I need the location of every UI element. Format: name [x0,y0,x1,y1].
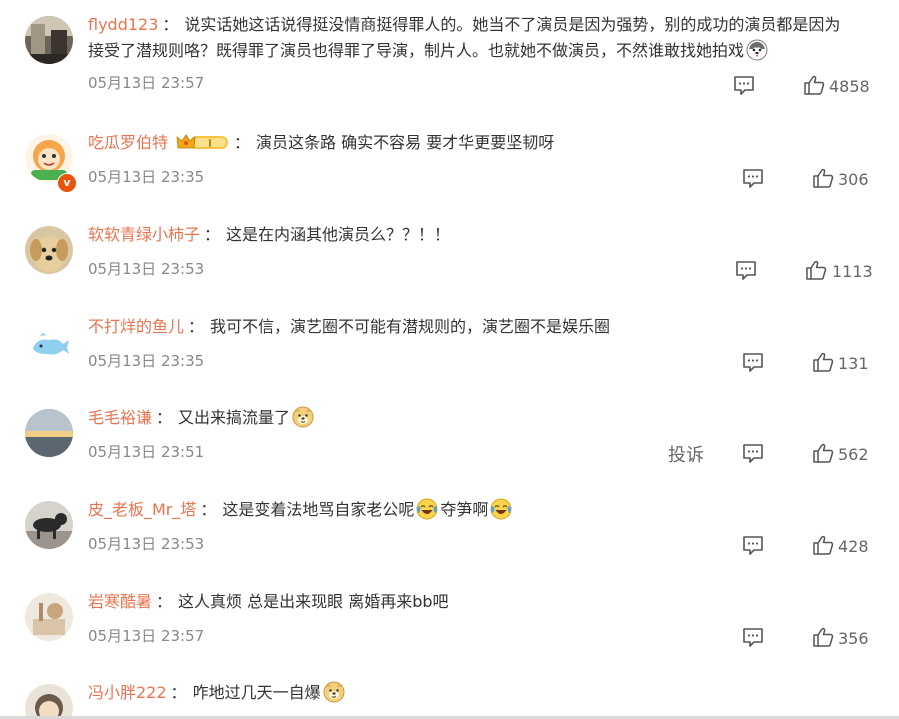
comment-text: flydd123： 说实话她这话说得挺没情商挺得罪人的。她当不了演员是因为强势，别… [88,12,879,64]
comment-body: 说实话她这话说得挺没情商挺得罪人的。她当不了演员是因为强势，别的成功的演员都是因… [184,15,841,34]
comment-icon[interactable] [742,351,764,373]
comment-body: 又出来搞流量了 [178,408,291,427]
username-link[interactable]: 岩寒酷暑 [88,592,152,611]
comment-time: 05月13日 23:57 [88,627,205,645]
comment-item: 不打烊的鱼儿： 我可不信，演艺圈不可能有潜规则的，演艺圈不是娱乐圈 05月13日 … [0,314,899,406]
thumbs-up-icon[interactable] [812,626,834,648]
level-text: I [208,139,212,150]
thumbs-up-icon[interactable] [803,74,825,96]
like-count: 1113 [832,262,873,281]
comment-body: 这是变着法地骂自家老公呢 [222,500,415,519]
username-link[interactable]: 软软青绿小柿子 [88,225,200,244]
thumbs-up-icon[interactable] [812,351,834,373]
comment-time: 05月13日 23:53 [88,260,205,278]
doge-emoji-icon [292,406,314,428]
avatar[interactable] [25,684,73,716]
colon-separator: ： [162,15,179,34]
comment-icon[interactable] [742,167,764,189]
comment-item: 毛毛裕谦： 又出来搞流量了 05月13日 23:51 投诉 562 [0,405,899,497]
husky-emoji-icon [746,39,768,61]
username-link[interactable]: 毛毛裕谦 [88,408,152,427]
username-link[interactable]: 皮_老板_Mr_塔 [88,500,196,519]
avatar[interactable] [25,409,73,457]
colon-separator: ： [200,500,217,519]
thumbs-up-icon[interactable] [805,259,827,281]
comment-item: flydd123： 说实话她这话说得挺没情商挺得罪人的。她当不了演员是因为强势，别… [0,12,899,104]
avatar[interactable] [25,226,73,274]
username-link[interactable]: 冯小胖222 [88,683,167,702]
like-count: 4858 [829,77,870,96]
comment-body: 演员这条路 确实不容易 要才华更要坚韧呀 [256,133,555,152]
colon-separator: ： [188,317,205,336]
comment-text: 皮_老板_Mr_塔： 这是变着法地骂自家老公呢 夺笋啊 [88,497,879,523]
comment-item: v 吃瓜罗伯特 I ： 演员这条路 确实不容易 要才华更要坚韧呀 05月13日 2… [0,130,899,222]
laugh-cry-emoji-icon [416,498,438,520]
like-count: 131 [838,354,869,373]
crown-badge-icon: I [176,134,229,150]
username-link[interactable]: 不打烊的鱼儿 [88,317,184,336]
username-link[interactable]: 吃瓜罗伯特 [88,133,168,152]
colon-separator: ： [170,683,187,702]
comment-text: 毛毛裕谦： 又出来搞流量了 [88,405,879,431]
comment-text: 软软青绿小柿子： 这是在内涵其他演员么？？！！ [88,222,879,248]
comment-body: 我可不信，演艺圈不可能有潜规则的，演艺圈不是娱乐圈 [210,317,611,336]
comment-time: 05月13日 23:57 [88,74,205,92]
colon-separator: ： [204,225,221,244]
verified-badge-icon: v [57,173,77,193]
colon-separator: ： [156,592,173,611]
laugh-cry-emoji-icon [490,498,512,520]
comment-body: 这人真烦 总是出来现眼 离婚再来bb吧 [178,592,449,611]
thumbs-up-icon[interactable] [812,167,834,189]
comment-text: 不打烊的鱼儿： 我可不信，演艺圈不可能有潜规则的，演艺圈不是娱乐圈 [88,314,879,340]
comment-item: 冯小胖222： 咋地过几天一自爆 [0,680,899,716]
comment-time: 05月13日 23:53 [88,535,205,553]
comment-time: 05月13日 23:51 [88,443,205,461]
comment-icon[interactable] [742,534,764,556]
comment-body-cont: 接受了潜规则咯？既得罪了演员也得罪了导演，制片人。也就她不做演员，不然谁敢找她拍… [88,41,745,60]
comment-body: 咋地过几天一自爆 [192,683,321,702]
thumbs-up-icon[interactable] [812,442,834,464]
comment-body-cont: 夺笋啊 [440,500,489,519]
comment-item: 皮_老板_Mr_塔： 这是变着法地骂自家老公呢 夺笋啊 05月13日 23:53 4… [0,497,899,589]
comment-body: 这是在内涵其他演员么？？！！ [226,225,451,244]
colon-separator: ： [234,133,251,152]
comment-item: 岩寒酷暑： 这人真烦 总是出来现眼 离婚再来bb吧 05月13日 23:57 35… [0,589,899,681]
thumbs-up-icon[interactable] [812,534,834,556]
avatar[interactable] [25,593,73,641]
username-link[interactable]: flydd123 [88,15,158,34]
like-count: 356 [838,629,869,648]
avatar[interactable] [25,501,73,549]
comment-time: 05月13日 23:35 [88,168,205,186]
comment-icon[interactable] [733,74,755,96]
report-button[interactable]: 投诉 [668,441,704,467]
comment-item: 软软青绿小柿子： 这是在内涵其他演员么？？！！ 05月13日 23:53 1113 [0,222,899,314]
comment-time: 05月13日 23:35 [88,352,205,370]
comment-text: 吃瓜罗伯特 I ： 演员这条路 确实不容易 要才华更要坚韧呀 [88,130,879,156]
like-count: 306 [838,170,869,189]
avatar[interactable] [25,16,73,64]
doge-emoji-icon [323,681,345,703]
like-count: 562 [838,445,869,464]
colon-separator: ： [156,408,173,427]
comment-text: 冯小胖222： 咋地过几天一自爆 [88,680,879,706]
comment-text: 岩寒酷暑： 这人真烦 总是出来现眼 离婚再来bb吧 [88,589,879,615]
avatar[interactable] [25,318,73,366]
like-count: 428 [838,537,869,556]
comment-icon[interactable] [735,259,757,281]
comment-icon[interactable] [742,442,764,464]
comment-icon[interactable] [742,626,764,648]
